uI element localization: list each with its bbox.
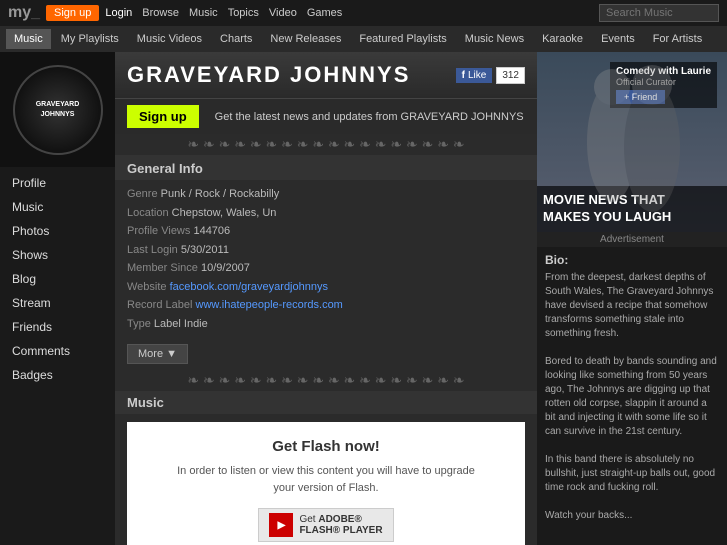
band-logo: GRAVEYARDJOHNNYS	[13, 65, 103, 155]
sidebar-menu: Profile Music Photos Shows Blog Stream F…	[0, 167, 115, 391]
mainnav-forartists[interactable]: For Artists	[645, 29, 711, 49]
location-row: Location Chepstow, Wales, Un	[127, 205, 525, 222]
sidebar-item-comments[interactable]: Comments	[0, 339, 115, 363]
genre-label: Genre	[127, 188, 158, 200]
flash-title: Get Flash now!	[143, 438, 509, 455]
comedy-ad: Comedy with Laurie Official Curator + Fr…	[537, 52, 727, 232]
mainnav-newreleases[interactable]: New Releases	[262, 29, 349, 49]
genre-value: Punk / Rock / Rockabilly	[161, 188, 280, 200]
band-header: GRAVEYARD JOHNNYS f Like 312	[115, 52, 537, 99]
search-input[interactable]	[599, 4, 719, 22]
signup-desc: Get the latest news and updates from GRA…	[215, 111, 524, 123]
location-value: Chepstow, Wales, Un	[172, 207, 277, 219]
sidebar-item-badges[interactable]: Badges	[0, 363, 115, 387]
sidebar-item-blog[interactable]: Blog	[0, 267, 115, 291]
sidebar-item-music[interactable]: Music	[0, 195, 115, 219]
general-info-title: General Info	[115, 155, 537, 180]
fb-like-button[interactable]: f Like	[456, 68, 493, 83]
top-navigation: my_ Sign up Login Browse Music Topics Vi…	[0, 0, 727, 26]
recordlabel-row: Record Label www.ihatepeople-records.com	[127, 297, 525, 314]
band-name: GRAVEYARD JOHNNYS	[127, 62, 446, 88]
flash-icon: ▶	[269, 513, 293, 537]
mainnav-karaoke[interactable]: Karaoke	[534, 29, 591, 49]
sidebar-item-photos[interactable]: Photos	[0, 219, 115, 243]
website-link[interactable]: facebook.com/graveyardjohnnys	[170, 281, 328, 293]
genre-row: Genre Punk / Rock / Rockabilly	[127, 186, 525, 203]
type-value: Label Indie	[154, 318, 208, 330]
get-flash-button[interactable]: ▶ Get ADOBE®FLASH® PLAYER	[258, 508, 393, 542]
band-signup-button[interactable]: Sign up	[127, 105, 199, 128]
nav-games[interactable]: Games	[307, 7, 342, 19]
mainnav-events[interactable]: Events	[593, 29, 643, 49]
mainnav-featured[interactable]: Featured Playlists	[351, 29, 454, 49]
page-content: GRAVEYARDJOHNNYS Profile Music Photos Sh…	[0, 52, 727, 545]
mainnav-playlists[interactable]: My Playlists	[53, 29, 127, 49]
views-value: 144706	[193, 225, 230, 237]
mainnav-videos[interactable]: Music Videos	[129, 29, 210, 49]
main-content: GRAVEYARD JOHNNYS f Like 312 Sign up Get…	[115, 52, 537, 545]
views-label: Profile Views	[127, 225, 190, 237]
fb-icon: f	[462, 70, 465, 81]
lastlogin-row: Last Login 5/30/2011	[127, 242, 525, 259]
recordlabel-link[interactable]: www.ihatepeople-records.com	[196, 299, 343, 311]
member-label: Member Since	[127, 262, 198, 274]
signup-bar: Sign up Get the latest news and updates …	[115, 99, 537, 134]
bio-title: Bio:	[545, 253, 719, 267]
right-sidebar: Comedy with Laurie Official Curator + Fr…	[537, 52, 727, 545]
type-row: Type Label Indie	[127, 316, 525, 333]
nav-topics[interactable]: Topics	[228, 7, 259, 19]
mainnav-musicnews[interactable]: Music News	[457, 29, 532, 49]
music-section-title: Music	[115, 391, 537, 414]
sidebar-item-profile[interactable]: Profile	[0, 171, 115, 195]
mainnav-charts[interactable]: Charts	[212, 29, 260, 49]
flash-desc: In order to listen or view this content …	[143, 463, 509, 496]
left-sidebar: GRAVEYARDJOHNNYS Profile Music Photos Sh…	[0, 52, 115, 545]
nav-browse[interactable]: Browse	[142, 7, 179, 19]
more-button[interactable]: More ▼	[127, 344, 188, 364]
sidebar-item-stream[interactable]: Stream	[0, 291, 115, 315]
band-avatar-area: GRAVEYARDJOHNNYS	[0, 52, 115, 167]
lastlogin-label: Last Login	[127, 244, 178, 256]
general-info-content: Genre Punk / Rock / Rockabilly Location …	[115, 180, 537, 340]
nav-video[interactable]: Video	[269, 7, 297, 19]
location-label: Location	[127, 207, 169, 219]
fb-like-label: Like	[468, 70, 486, 81]
top-login-button[interactable]: Login	[105, 7, 132, 19]
people-silhouette	[537, 52, 727, 232]
website-row: Website facebook.com/graveyardjohnnys	[127, 279, 525, 296]
website-label: Website	[127, 281, 167, 293]
flash-btn-label: Get ADOBE®FLASH® PLAYER	[299, 514, 382, 536]
member-value: 10/9/2007	[201, 262, 250, 274]
lastlogin-value: 5/30/2011	[181, 244, 229, 256]
ornament-mid: ❧ ❧ ❧ ❧ ❧ ❧ ❧ ❧ ❧ ❧ ❧ ❧ ❧ ❧ ❧ ❧ ❧ ❧	[115, 370, 537, 391]
site-logo: my_	[8, 4, 40, 22]
top-signup-button[interactable]: Sign up	[46, 5, 99, 21]
ornament-top: ❧ ❧ ❧ ❧ ❧ ❧ ❧ ❧ ❧ ❧ ❧ ❧ ❧ ❧ ❧ ❧ ❧ ❧	[115, 134, 537, 155]
nav-music[interactable]: Music	[189, 7, 218, 19]
views-row: Profile Views 144706	[127, 223, 525, 240]
main-navigation: Music My Playlists Music Videos Charts N…	[0, 26, 727, 52]
fb-like-box: f Like 312	[456, 67, 525, 84]
bio-section: Bio: From the deepest, darkest depths of…	[537, 247, 727, 529]
sidebar-item-shows[interactable]: Shows	[0, 243, 115, 267]
ad-label: Advertisement	[537, 232, 727, 247]
flash-box: Get Flash now! In order to listen or vie…	[127, 422, 525, 545]
member-row: Member Since 10/9/2007	[127, 260, 525, 277]
bio-text: From the deepest, darkest depths of Sout…	[545, 271, 719, 523]
type-label: Type	[127, 318, 151, 330]
top-nav-links: Browse Music Topics Video Games	[142, 7, 342, 19]
fb-count: 312	[496, 67, 525, 84]
mainnav-music[interactable]: Music	[6, 29, 51, 49]
recordlabel-label: Record Label	[127, 299, 192, 311]
sidebar-item-friends[interactable]: Friends	[0, 315, 115, 339]
